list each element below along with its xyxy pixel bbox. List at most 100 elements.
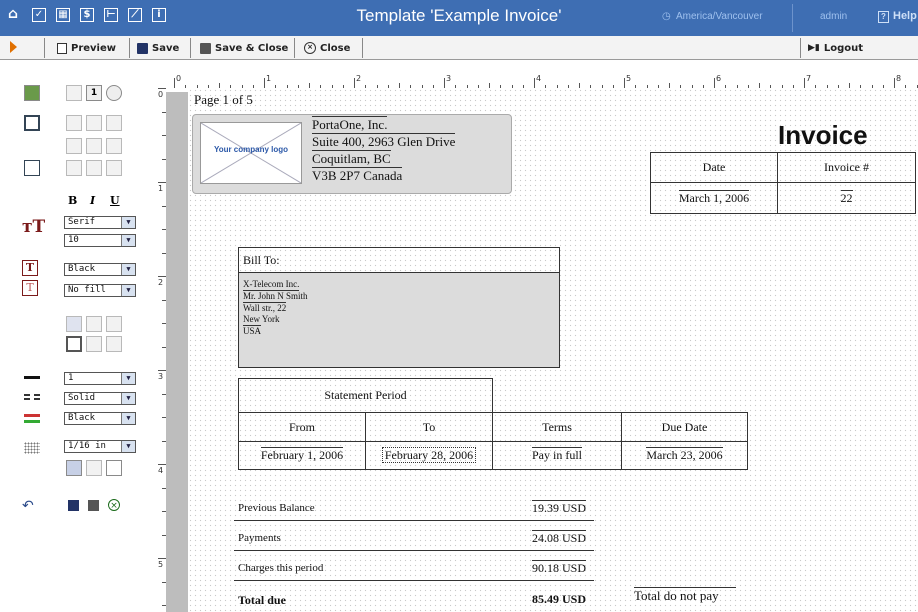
valign-top-icon[interactable] bbox=[66, 160, 82, 176]
terms-header: Terms bbox=[492, 412, 622, 442]
divider bbox=[234, 580, 594, 581]
document-properties-icon[interactable] bbox=[24, 160, 40, 176]
template-canvas[interactable]: Page 1 of 5 Your company logo PortaOne, … bbox=[188, 88, 918, 612]
ruler-mark: 5 bbox=[158, 560, 164, 569]
ruler-tick bbox=[714, 78, 715, 88]
border-outer-icon[interactable] bbox=[106, 316, 122, 332]
ruler-tick bbox=[174, 78, 175, 88]
canvas-gutter bbox=[166, 92, 188, 612]
bill-to-line: Wall str., 22 bbox=[243, 302, 287, 313]
valign-bottom-icon[interactable] bbox=[106, 160, 122, 176]
company-line: V3B 2P7 Canada bbox=[312, 167, 403, 183]
font-family-select[interactable]: Serif ▼ bbox=[64, 216, 136, 229]
zoom-icon[interactable] bbox=[106, 85, 122, 101]
company-line: PortaOne, Inc. bbox=[312, 116, 388, 132]
to-header: To bbox=[365, 412, 493, 442]
invoice-title: Invoice bbox=[778, 120, 868, 150]
terms-value: Pay in full bbox=[492, 440, 622, 471]
border-width-select[interactable]: 1 ▼ bbox=[64, 372, 136, 385]
save-icon[interactable] bbox=[68, 500, 79, 511]
chevron-down-icon: ▼ bbox=[121, 393, 135, 404]
align-center-icon[interactable] bbox=[86, 115, 102, 131]
bill-to-address[interactable]: X-Telecom Inc. Mr. John N Smith Wall str… bbox=[238, 272, 560, 368]
field-insert-icon[interactable] bbox=[66, 85, 82, 101]
border-box-icon[interactable] bbox=[66, 336, 82, 352]
close-icon[interactable]: × bbox=[108, 499, 120, 511]
align-justify-icon[interactable] bbox=[66, 138, 82, 154]
ruler-mark: 2 bbox=[356, 74, 362, 83]
user-name[interactable]: admin bbox=[820, 11, 847, 22]
bold-button[interactable]: B bbox=[68, 194, 77, 207]
divider bbox=[294, 38, 295, 58]
save-close-button[interactable]: Save & Close bbox=[200, 40, 288, 56]
timezone-link[interactable]: America/Vancouver bbox=[676, 11, 763, 22]
border-all-icon[interactable] bbox=[66, 316, 82, 332]
border-style-select[interactable]: Solid ▼ bbox=[64, 392, 136, 405]
chevron-down-icon: ▼ bbox=[121, 413, 135, 424]
total-note: Total do not pay bbox=[634, 588, 719, 603]
ruler-tick bbox=[158, 370, 166, 371]
ruler-tick bbox=[158, 276, 166, 277]
logo-placeholder[interactable]: Your company logo bbox=[200, 122, 302, 184]
fill-color-select[interactable]: No fill ▼ bbox=[64, 284, 136, 297]
chevron-down-icon: ▼ bbox=[121, 441, 135, 452]
to-value[interactable]: February 28, 2006 bbox=[365, 440, 493, 471]
invoice-number-header: Invoice # bbox=[777, 152, 916, 183]
close-icon: × bbox=[304, 42, 316, 54]
page-border-icon[interactable] bbox=[106, 460, 122, 476]
total-due-label: Total due bbox=[238, 593, 286, 607]
save-icon bbox=[137, 42, 148, 54]
charges-value: 90.18 USD bbox=[532, 560, 587, 575]
company-line: Coquitlam, BC bbox=[312, 150, 391, 166]
chevron-down-icon: ▼ bbox=[121, 235, 135, 246]
invoice-number-value: 22 bbox=[777, 181, 916, 215]
payments-value: 24.08 USD bbox=[532, 530, 587, 545]
logout-button[interactable]: ▶▮ Logout bbox=[808, 40, 863, 56]
play-icon[interactable] bbox=[10, 41, 17, 53]
italic-button[interactable]: I bbox=[90, 194, 95, 207]
border-vertical-icon[interactable] bbox=[86, 336, 102, 352]
invoice-meta-table: Date Invoice # March 1, 2006 22 bbox=[650, 152, 916, 215]
divider bbox=[362, 38, 363, 58]
table-icon[interactable] bbox=[24, 115, 40, 131]
save-button[interactable]: Save bbox=[137, 40, 179, 56]
ruler-tick bbox=[894, 78, 895, 88]
grid-step-select[interactable]: 1/16 in ▼ bbox=[64, 440, 136, 453]
text-insert-icon[interactable]: 1 bbox=[86, 85, 102, 101]
show-grid-icon[interactable] bbox=[66, 460, 82, 476]
undo-icon[interactable]: ↶ bbox=[22, 498, 34, 514]
statement-period-header: Statement Period bbox=[238, 377, 493, 414]
bill-to-line: New York bbox=[243, 314, 280, 324]
preview-icon bbox=[57, 42, 67, 54]
divider bbox=[234, 520, 594, 521]
align-justify-right-icon[interactable] bbox=[106, 138, 122, 154]
close-button[interactable]: × Close bbox=[304, 40, 350, 56]
align-left-icon[interactable] bbox=[66, 115, 82, 131]
border-horizontal-icon[interactable] bbox=[106, 336, 122, 352]
toolbar: Preview Save Save & Close × Close ▶▮ Logou… bbox=[0, 36, 918, 60]
align-right-icon[interactable] bbox=[106, 115, 122, 131]
chevron-down-icon: ▼ bbox=[121, 373, 135, 384]
save-close-icon[interactable] bbox=[88, 500, 99, 511]
vertical-ruler: 0 1 2 3 4 5 bbox=[146, 74, 166, 612]
bill-to-label: Bill To: bbox=[238, 247, 560, 273]
image-insert-icon[interactable] bbox=[24, 85, 40, 101]
help-link[interactable]: ? Help bbox=[878, 10, 917, 23]
grid-dots-icon bbox=[24, 442, 40, 454]
snap-grid-icon[interactable] bbox=[86, 460, 102, 476]
payments-label: Payments bbox=[238, 532, 281, 544]
border-color-select[interactable]: Black ▼ bbox=[64, 412, 136, 425]
divider bbox=[234, 550, 594, 551]
save-close-icon bbox=[200, 42, 211, 54]
valign-middle-icon[interactable] bbox=[86, 160, 102, 176]
text-color-select[interactable]: Black ▼ bbox=[64, 263, 136, 276]
underline-button[interactable]: U bbox=[110, 194, 120, 207]
border-inner-icon[interactable] bbox=[86, 316, 102, 332]
align-justify-center-icon[interactable] bbox=[86, 138, 102, 154]
preview-button[interactable]: Preview bbox=[57, 40, 116, 56]
font-size-select[interactable]: 10 ▼ bbox=[64, 234, 136, 247]
chevron-down-icon: ▼ bbox=[121, 285, 135, 296]
divider bbox=[792, 4, 793, 32]
ruler-mark: 0 bbox=[176, 74, 182, 83]
ruler-tick bbox=[534, 78, 535, 88]
